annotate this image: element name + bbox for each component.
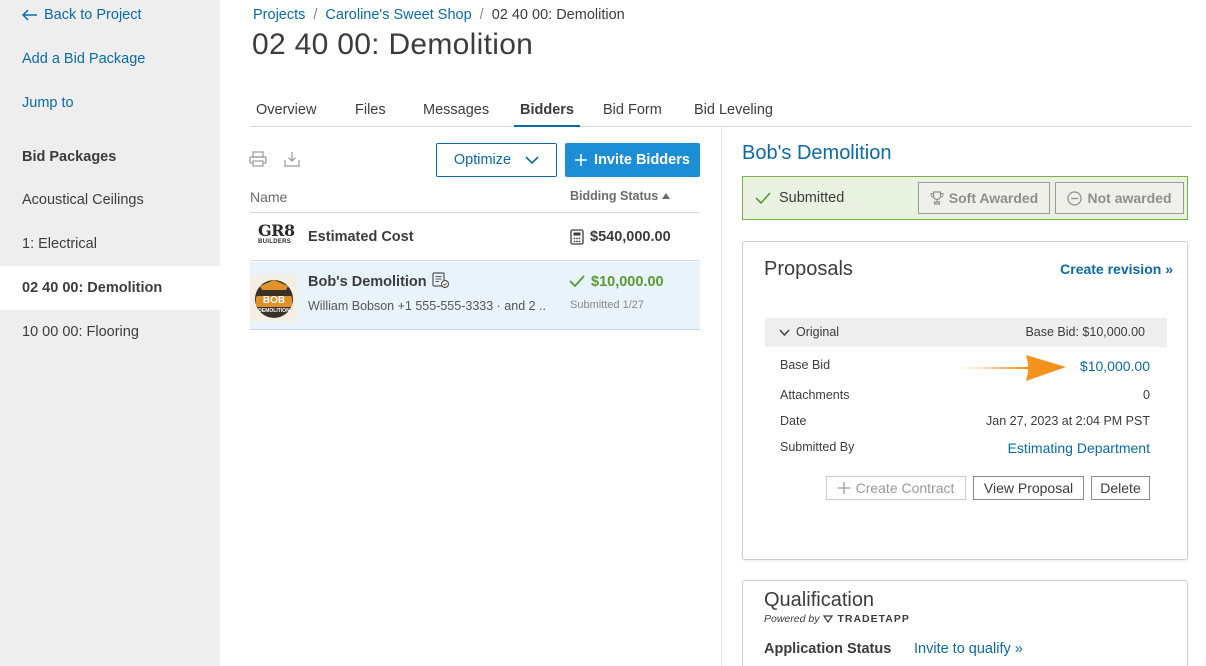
checkmark-icon [755, 192, 771, 204]
proposals-title: Proposals [764, 258, 853, 280]
qualification-card: Qualification Powered by TRADETAPP Appli… [742, 580, 1188, 666]
table-row-estimated-cost[interactable]: GR8 BUILDERS Estimated Cost $540,000.00 [250, 213, 700, 261]
application-status-label: Application Status [764, 641, 892, 657]
bid-document-icon[interactable] [432, 272, 450, 289]
tab-messages[interactable]: Messages [417, 93, 495, 127]
tradetapp-brand: TRADETAPP [837, 613, 910, 625]
invite-to-qualify-label: Invite to qualify [914, 641, 1011, 657]
not-awarded-button[interactable]: Not awarded [1055, 182, 1184, 214]
date-label: Date [780, 414, 807, 428]
double-chevron-right-icon: » [1014, 641, 1023, 657]
column-header-name[interactable]: Name [250, 189, 287, 205]
add-bid-package-link[interactable]: Add a Bid Package [22, 51, 145, 67]
column-header-bidding-status[interactable]: Bidding Status [570, 189, 671, 203]
submitted-by-value[interactable]: Estimating Department [1008, 440, 1150, 456]
print-icon[interactable] [249, 150, 267, 168]
arrow-left-icon [22, 9, 37, 21]
soft-awarded-label: Soft Awarded [948, 190, 1039, 206]
gr8-builders-logo: GR8 BUILDERS [258, 221, 295, 246]
powered-by-label: Powered by [764, 613, 820, 625]
original-base-bid: Base Bid: $10,000.00 [1025, 325, 1145, 339]
create-revision-link[interactable]: Create revision » [1060, 261, 1173, 277]
tab-bid-leveling[interactable]: Bid Leveling [688, 93, 779, 127]
table-row-bobs-demolition[interactable]: BOB DEMOLITION Bob's Demolition William … [250, 262, 700, 330]
invite-to-qualify-link[interactable]: Invite to qualify » [914, 641, 1023, 657]
breadcrumb: Projects / Caroline's Sweet Shop / 02 40… [253, 7, 625, 23]
delete-button[interactable]: Delete [1091, 476, 1150, 500]
submitted-status: Submitted [755, 190, 844, 206]
breadcrumb-separator: / [313, 7, 318, 23]
calculator-icon [570, 229, 584, 245]
tab-bid-form[interactable]: Bid Form [597, 93, 668, 127]
proposals-card: Proposals Create revision » Original Bas… [742, 241, 1188, 560]
view-proposal-button[interactable]: View Proposal [973, 476, 1084, 500]
invite-bidders-button[interactable]: Invite Bidders [565, 143, 700, 177]
submitted-by-label: Submitted By [780, 440, 855, 454]
bobs-demolition-logo: BOB DEMOLITION [250, 274, 298, 322]
double-chevron-right-icon: » [1165, 261, 1173, 277]
sort-ascending-icon [662, 193, 671, 199]
tab-bar: Overview Files Messages Bidders Bid Form… [250, 93, 1191, 127]
sidebar-item-demolition[interactable]: 02 40 00: Demolition [0, 266, 220, 310]
row-title: Estimated Cost [308, 229, 414, 245]
original-proposal-header[interactable]: Original Base Bid: $10,000.00 [765, 318, 1167, 347]
tab-overview[interactable]: Overview [250, 93, 322, 127]
not-awarded-label: Not awarded [1087, 190, 1172, 206]
sidebar-item-flooring[interactable]: 10 00 00: Flooring [0, 310, 220, 354]
breadcrumb-current: 02 40 00: Demolition [491, 7, 625, 23]
create-contract-button[interactable]: Create Contract [826, 476, 966, 500]
tradetapp-logo-icon [823, 615, 834, 623]
breadcrumb-project[interactable]: Caroline's Sweet Shop [325, 7, 471, 23]
plus-icon [575, 154, 588, 166]
submitted-label: Submitted [779, 190, 845, 206]
optimize-label: Optimize [453, 152, 512, 168]
checkmark-icon [569, 275, 585, 287]
tab-files[interactable]: Files [349, 93, 392, 127]
sidebar-item-acoustical-ceilings[interactable]: Acoustical Ceilings [0, 178, 220, 222]
page-title: 02 40 00: Demolition [252, 28, 534, 61]
back-to-project-label: Back to Project [44, 7, 142, 23]
jump-to-link[interactable]: Jump to [22, 95, 74, 111]
bid-packages-heading: Bid Packages [22, 149, 117, 165]
breadcrumb-separator: / [479, 7, 484, 23]
row-status: Submitted 1/27 [570, 299, 644, 311]
award-status-bar: Submitted Soft Awarded Not awarded [742, 176, 1188, 220]
sidebar-item-electrical[interactable]: 1: Electrical [0, 222, 220, 266]
soft-awarded-button[interactable]: Soft Awarded [918, 182, 1050, 214]
optimize-dropdown[interactable]: Optimize [436, 143, 557, 177]
powered-by: Powered by TRADETAPP [764, 613, 910, 625]
invite-bidders-label: Invite Bidders [594, 152, 690, 168]
trophy-icon [930, 191, 944, 205]
plus-icon [837, 482, 850, 494]
qualification-title: Qualification [764, 589, 875, 611]
original-label: Original [796, 325, 840, 339]
back-to-project-link[interactable]: Back to Project [22, 7, 142, 23]
row-amount: $540,000.00 [590, 229, 671, 245]
sidebar: Back to Project Add a Bid Package Jump t… [0, 0, 220, 666]
tab-bidders[interactable]: Bidders [514, 93, 580, 127]
bidding-status-label: Bidding Status [570, 189, 659, 203]
chevron-down-icon [779, 329, 790, 336]
base-bid-label: Base Bid [780, 358, 831, 372]
row-contact: William Bobson +1 555-555-3333 · and 2 .… [308, 299, 546, 313]
attachments-label: Attachments [780, 388, 850, 402]
minus-circle-icon [1067, 190, 1083, 206]
create-revision-label: Create revision [1060, 261, 1162, 277]
download-icon[interactable] [283, 150, 301, 168]
bidder-name-link[interactable]: Bob's Demolition [742, 142, 891, 165]
chevron-down-icon [525, 156, 539, 164]
row-title: Bob's Demolition [308, 274, 427, 290]
annotation-arrow-icon [952, 355, 1066, 381]
create-contract-label: Create Contract [855, 480, 955, 496]
date-value: Jan 27, 2023 at 2:04 PM PST [986, 414, 1150, 428]
breadcrumb-projects[interactable]: Projects [253, 7, 305, 23]
row-amount: $10,000.00 [591, 274, 664, 290]
base-bid-value[interactable]: $10,000.00 [1080, 358, 1150, 374]
attachments-value: 0 [1143, 388, 1150, 402]
panel-divider [721, 127, 722, 666]
